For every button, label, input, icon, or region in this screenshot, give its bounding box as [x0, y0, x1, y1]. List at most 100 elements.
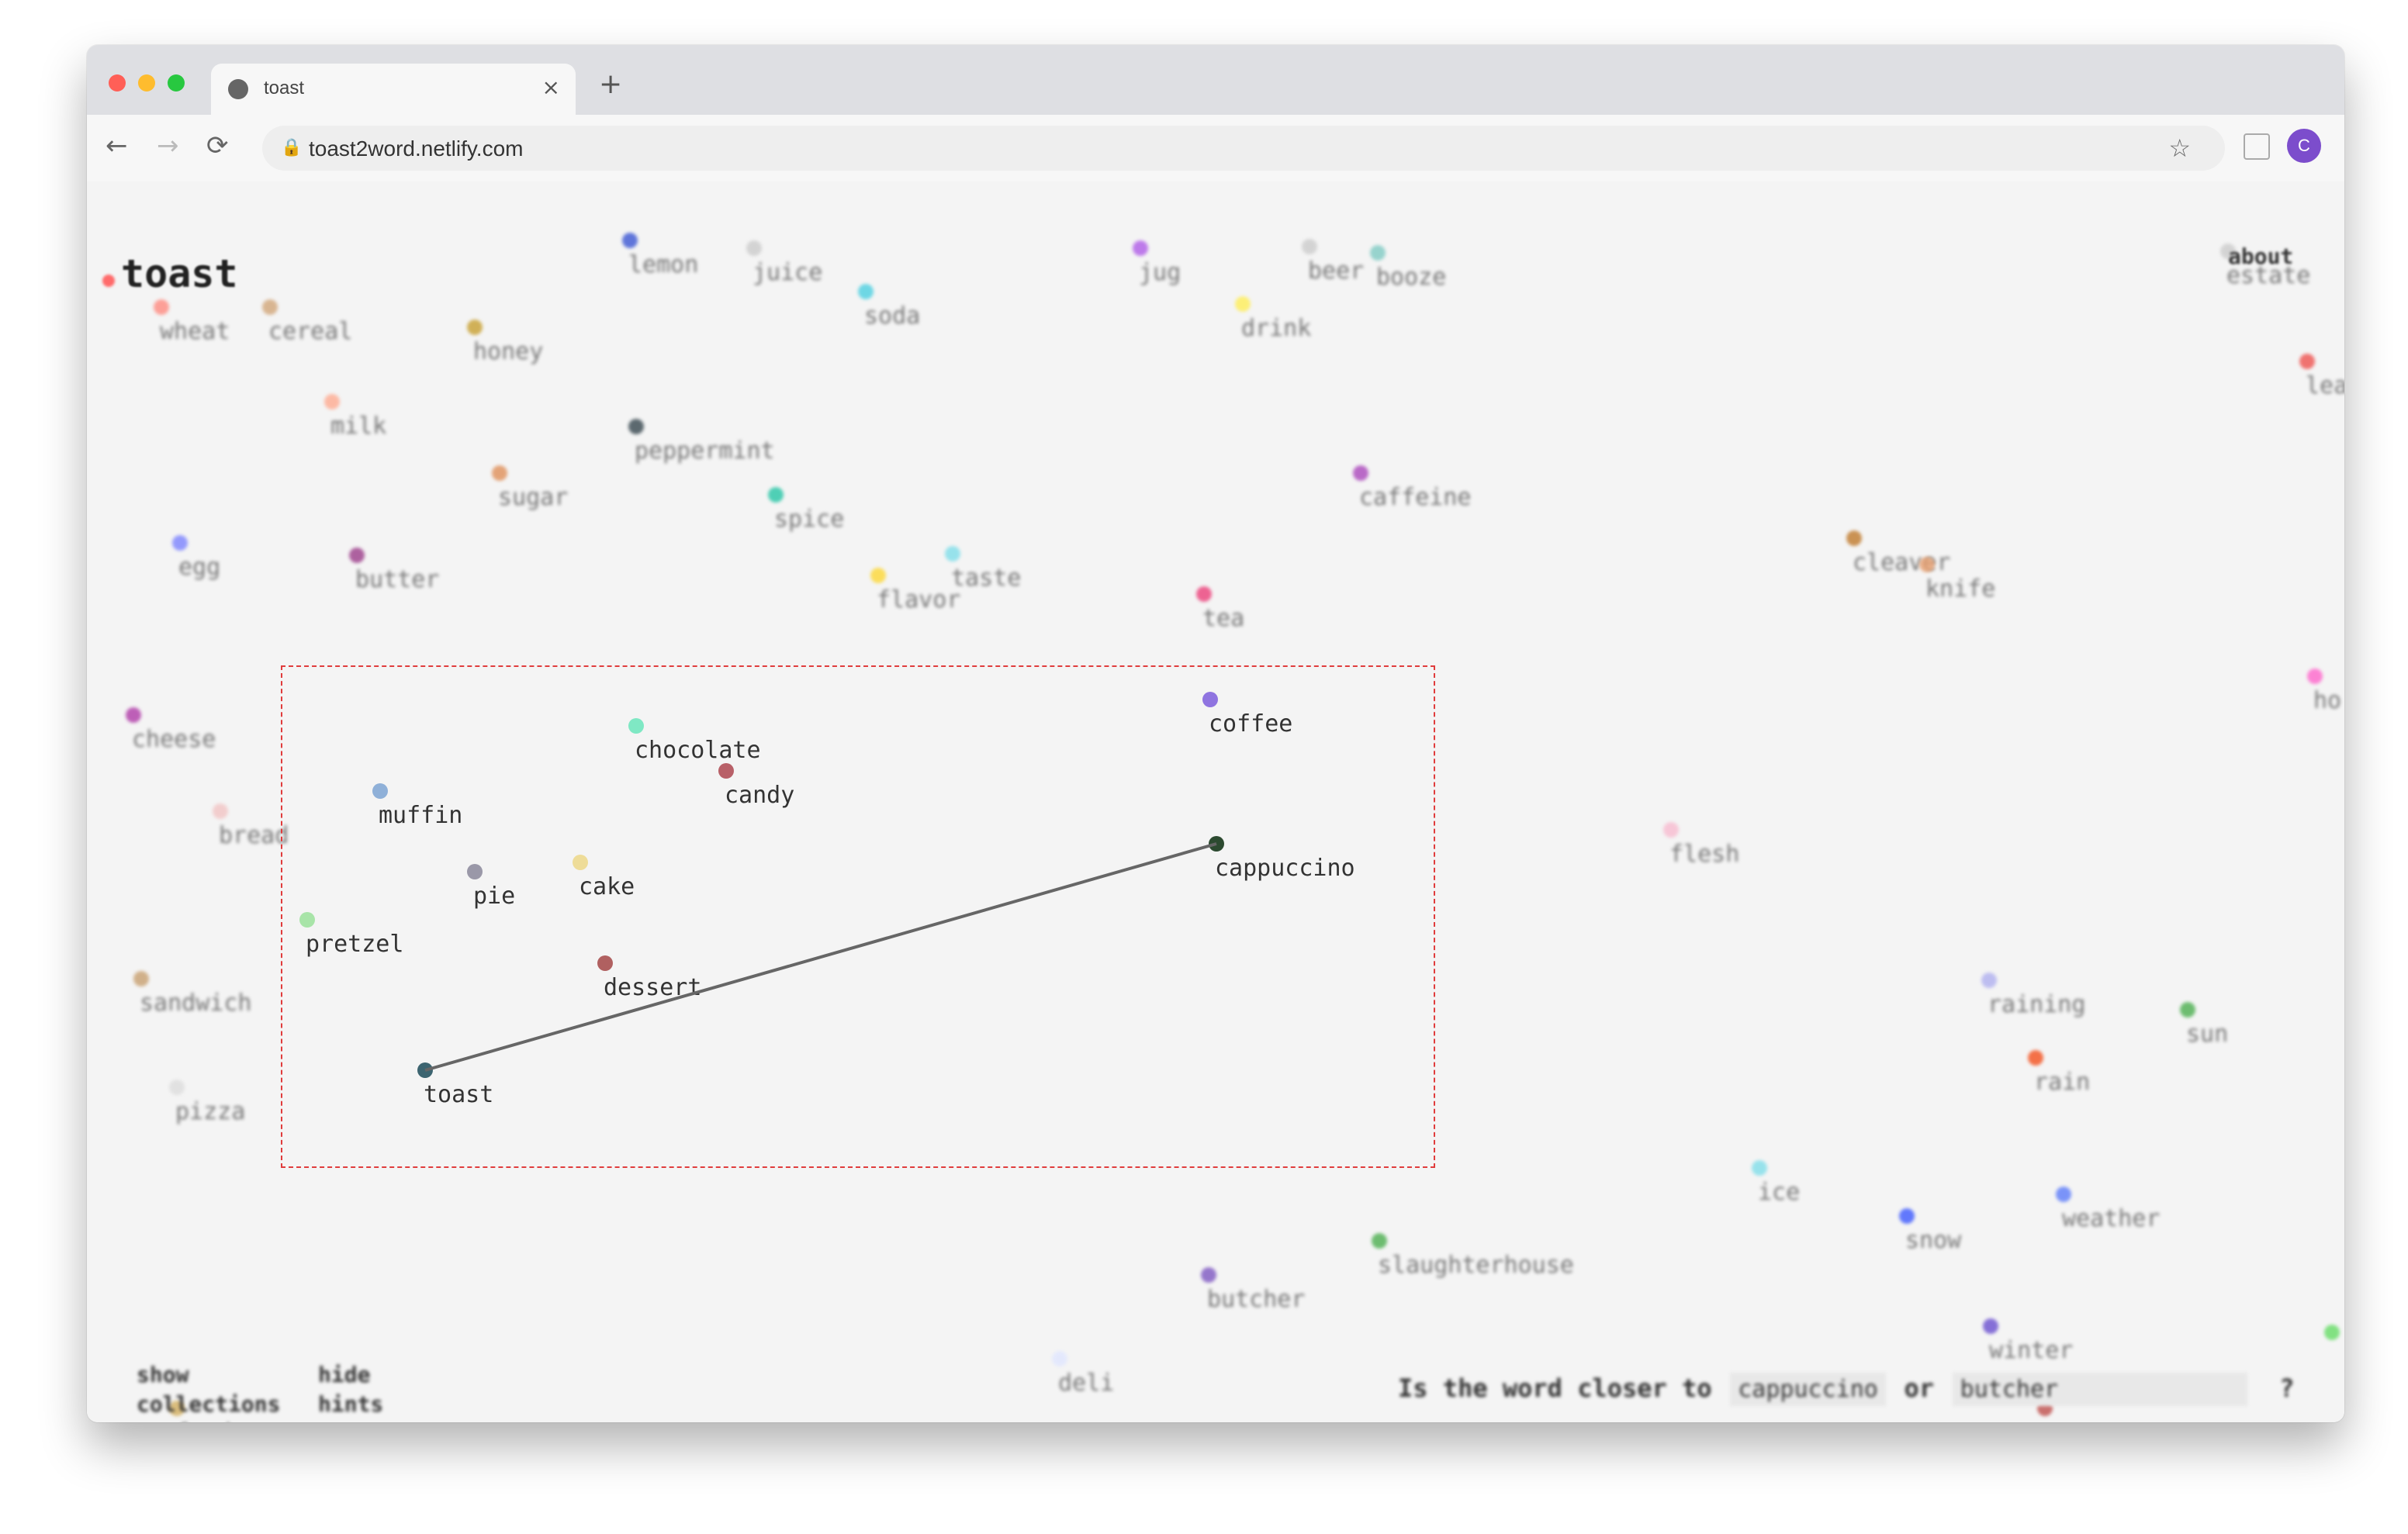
word-label[interactable]: booze	[1376, 264, 1446, 291]
maximize-window-button[interactable]	[168, 74, 185, 92]
word-label[interactable]: juice	[752, 259, 822, 286]
word-dot-icon[interactable]	[324, 394, 340, 409]
word-label[interactable]: sandwich	[140, 990, 252, 1017]
word-dot-icon[interactable]	[467, 320, 483, 335]
back-icon[interactable]: ←	[106, 130, 128, 161]
new-tab-icon[interactable]: +	[599, 68, 622, 100]
word-label[interactable]: sun	[2186, 1021, 2228, 1048]
word-label[interactable]: honey	[473, 338, 543, 365]
browser-menu-icon[interactable]: ⋮	[2337, 129, 2344, 160]
word-dot-icon[interactable]	[1201, 1267, 1216, 1283]
hide-hints-button[interactable]: hide hints	[318, 1360, 411, 1419]
word-dot-icon[interactable]	[1752, 1160, 1767, 1176]
word-label[interactable]: deli	[1058, 1370, 1114, 1397]
word-dot-icon[interactable]	[2299, 354, 2315, 369]
word-dot-icon[interactable]	[2307, 669, 2323, 684]
word-label[interactable]: rain	[2034, 1069, 2090, 1096]
word-label[interactable]: taste	[951, 565, 1021, 592]
word-dot-icon[interactable]	[1983, 1318, 1998, 1334]
word-map-viewport[interactable]: wheat cereal lemon juice soda jug beer booze dri…	[87, 181, 2344, 1422]
word-label[interactable]: cheese	[132, 726, 216, 753]
url-text[interactable]: toast2word.netlify.com	[309, 136, 524, 161]
address-bar[interactable]: 🔒 toast2word.netlify.com ☆	[262, 126, 2225, 171]
word-label[interactable]: snow	[1905, 1227, 1961, 1254]
word-dot-icon[interactable]	[870, 568, 886, 583]
word-dot-icon[interactable]	[1372, 1233, 1387, 1249]
close-window-button[interactable]	[109, 74, 126, 92]
word-label[interactable]: cleaver	[1853, 549, 1950, 576]
option-b-chip[interactable]: butcher	[1952, 1373, 2247, 1406]
word-label[interactable]: drink	[1241, 315, 1311, 342]
word-label[interactable]: tea	[1202, 605, 1244, 632]
word-dot-icon[interactable]	[1919, 557, 1935, 572]
word-dot-icon[interactable]	[1052, 1351, 1067, 1366]
forward-icon[interactable]: →	[157, 130, 179, 161]
word-dot-icon[interactable]	[1846, 530, 1862, 546]
profile-avatar[interactable]: C	[2287, 129, 2321, 163]
word-dot-icon[interactable]	[1370, 245, 1386, 261]
reload-icon[interactable]: ⟳	[206, 130, 229, 161]
word-dot-icon[interactable]	[492, 465, 507, 481]
word-label[interactable]: slaughterhouse	[1378, 1252, 1574, 1279]
browser-tab[interactable]: toast ×	[211, 64, 576, 115]
word-label[interactable]: butter	[355, 566, 439, 593]
word-dot-icon[interactable]	[1235, 296, 1251, 312]
word-dot-icon[interactable]	[126, 707, 141, 723]
word-dot-icon[interactable]	[169, 1080, 185, 1095]
word-dot-icon[interactable]	[746, 240, 762, 256]
word-label[interactable]: flavor	[877, 586, 960, 613]
word-dot-icon[interactable]	[1196, 586, 1212, 602]
word-label[interactable]: knife	[1925, 575, 1995, 603]
word-label[interactable]: lea	[2306, 372, 2344, 399]
word-dot-icon[interactable]	[768, 487, 784, 503]
word-label[interactable]: winter	[1989, 1337, 2073, 1364]
word-label[interactable]: beer	[1308, 257, 1364, 285]
about-link[interactable]: about	[2228, 244, 2293, 269]
word-dot-icon[interactable]	[2180, 1002, 2195, 1017]
app-logo[interactable]: toast	[121, 251, 238, 296]
word-label[interactable]: soda	[864, 302, 920, 330]
word-label[interactable]: caffeine	[1359, 484, 1472, 511]
word-dot-icon[interactable]	[628, 419, 644, 434]
word-dot-icon[interactable]	[172, 535, 188, 551]
word-dot-icon[interactable]	[2056, 1187, 2071, 1202]
minimize-window-button[interactable]	[138, 74, 155, 92]
word-dot-icon[interactable]	[154, 299, 169, 315]
word-dot-icon[interactable]	[1353, 465, 1368, 481]
word-dot-icon[interactable]	[2028, 1050, 2043, 1066]
word-label[interactable]: milk	[330, 413, 386, 440]
word-label[interactable]: butcher	[1207, 1286, 1305, 1313]
word-label[interactable]: jug	[1139, 259, 1181, 286]
word-label[interactable]: food	[175, 1419, 231, 1422]
word-dot-icon[interactable]	[213, 803, 228, 819]
word-dot-icon[interactable]	[1899, 1208, 1915, 1224]
word-label[interactable]: flesh	[1669, 841, 1739, 868]
word-label[interactable]: ho	[2313, 687, 2341, 714]
word-dot-icon[interactable]	[262, 299, 278, 315]
word-label[interactable]: cereal	[268, 318, 352, 345]
word-label[interactable]: spice	[774, 506, 844, 533]
word-label[interactable]: wheat	[160, 318, 230, 345]
word-label[interactable]: egg	[178, 554, 220, 581]
word-dot-icon[interactable]	[945, 546, 960, 561]
word-dot-icon[interactable]	[1663, 822, 1679, 838]
word-label[interactable]: raining	[1988, 991, 2085, 1018]
word-label[interactable]: sugar	[498, 484, 568, 511]
word-label[interactable]: ice	[1758, 1179, 1800, 1206]
word-dot-icon[interactable]	[349, 548, 365, 563]
show-collections-button[interactable]: show collections	[137, 1360, 292, 1419]
close-tab-icon[interactable]: ×	[542, 74, 560, 100]
word-dot-icon[interactable]	[1981, 973, 1997, 988]
word-dot-icon[interactable]	[2324, 1325, 2340, 1340]
word-dot-icon[interactable]	[858, 284, 874, 299]
extensions-icon[interactable]	[2244, 133, 2270, 160]
word-dot-icon[interactable]	[622, 233, 638, 248]
bookmark-star-icon[interactable]: ☆	[2168, 133, 2191, 163]
option-a-chip[interactable]: cappuccino	[1730, 1373, 1886, 1406]
word-label[interactable]: weather	[2062, 1205, 2160, 1232]
word-label[interactable]: peppermint	[635, 437, 775, 465]
word-label[interactable]: bread	[219, 822, 289, 849]
word-dot-icon[interactable]	[1133, 240, 1148, 256]
word-label[interactable]: summer	[2043, 1419, 2127, 1422]
word-label[interactable]: lemon	[628, 251, 698, 278]
